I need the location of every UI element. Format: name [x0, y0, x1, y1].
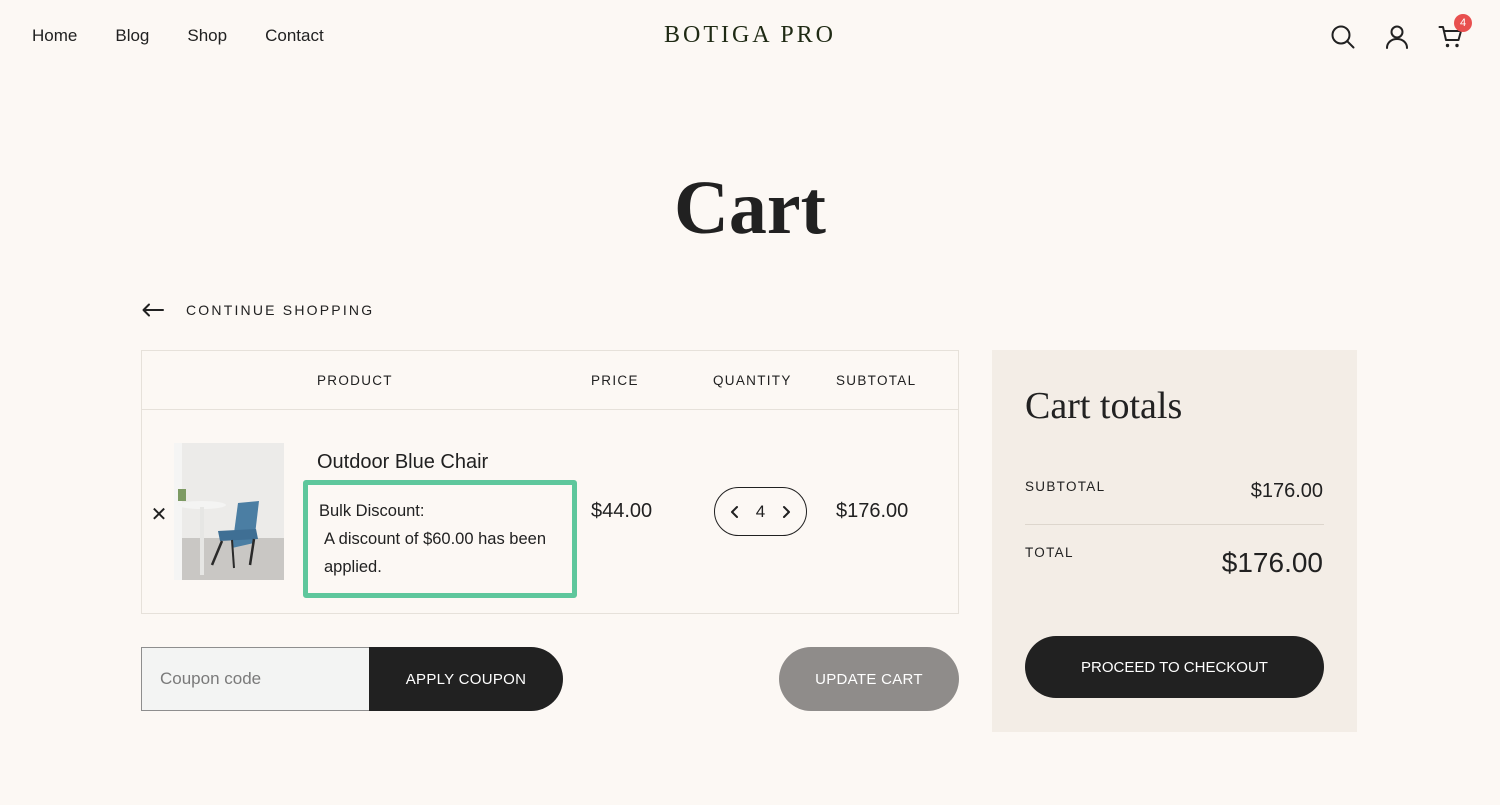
apply-coupon-button[interactable]: APPLY COUPON	[369, 647, 563, 711]
cart-icon[interactable]: 4	[1438, 14, 1472, 50]
header-quantity: QUANTITY	[713, 373, 792, 388]
item-subtotal: $176.00	[836, 500, 909, 522]
discount-text: A discount of $60.00 has been applied.	[324, 530, 547, 576]
chevron-right-icon[interactable]	[780, 505, 792, 519]
update-cart-button[interactable]: UPDATE CART	[779, 647, 959, 711]
totals-divider	[1025, 524, 1324, 525]
search-icon[interactable]	[1330, 24, 1356, 50]
header-subtotal: SUBTOTAL	[836, 373, 917, 388]
header-price: PRICE	[591, 373, 639, 388]
product-thumbnail[interactable]	[174, 443, 284, 580]
user-icon[interactable]	[1384, 24, 1410, 50]
totals-subtotal-label: SUBTOTAL	[1025, 479, 1106, 494]
remove-item-icon[interactable]: ✕	[150, 502, 168, 527]
continue-shopping-label: CONTINUE SHOPPING	[186, 302, 375, 318]
page-title: Cart	[674, 166, 826, 250]
cart-table-header: PRODUCT PRICE QUANTITY SUBTOTAL	[142, 351, 958, 410]
cart-totals-panel: Cart totals SUBTOTAL $176.00 TOTAL $176.…	[992, 350, 1357, 732]
totals-subtotal-value: $176.00	[1250, 480, 1323, 502]
product-name[interactable]: Outdoor Blue Chair	[317, 451, 488, 474]
proceed-to-checkout-button[interactable]: PROCEED TO CHECKOUT	[1025, 636, 1324, 698]
quantity-stepper[interactable]: 4	[714, 487, 807, 536]
table-row: ✕ Outdoor Blue Chair Bulk Discount: A di…	[142, 410, 958, 614]
totals-total-value: $176.00	[1221, 547, 1323, 578]
cart-count-badge: 4	[1454, 14, 1472, 32]
header-product: PRODUCT	[317, 373, 393, 388]
cart-totals-title: Cart totals	[1025, 385, 1183, 427]
cart-table: PRODUCT PRICE QUANTITY SUBTOTAL ✕ Outdoo…	[141, 350, 959, 614]
continue-shopping-link[interactable]: CONTINUE SHOPPING	[142, 302, 374, 318]
coupon-code-input[interactable]	[141, 647, 377, 711]
chevron-left-icon[interactable]	[729, 505, 741, 519]
arrow-left-icon	[142, 303, 164, 317]
item-price: $44.00	[591, 500, 653, 522]
bulk-discount-notice: Bulk Discount: A discount of $60.00 has …	[303, 480, 577, 598]
quantity-value[interactable]: 4	[756, 502, 765, 522]
header-icons: 4	[1330, 14, 1472, 50]
site-logo[interactable]: BOTIGA PRO	[0, 22, 1500, 49]
discount-label: Bulk Discount:	[319, 502, 425, 520]
totals-total-label: TOTAL	[1025, 545, 1074, 560]
